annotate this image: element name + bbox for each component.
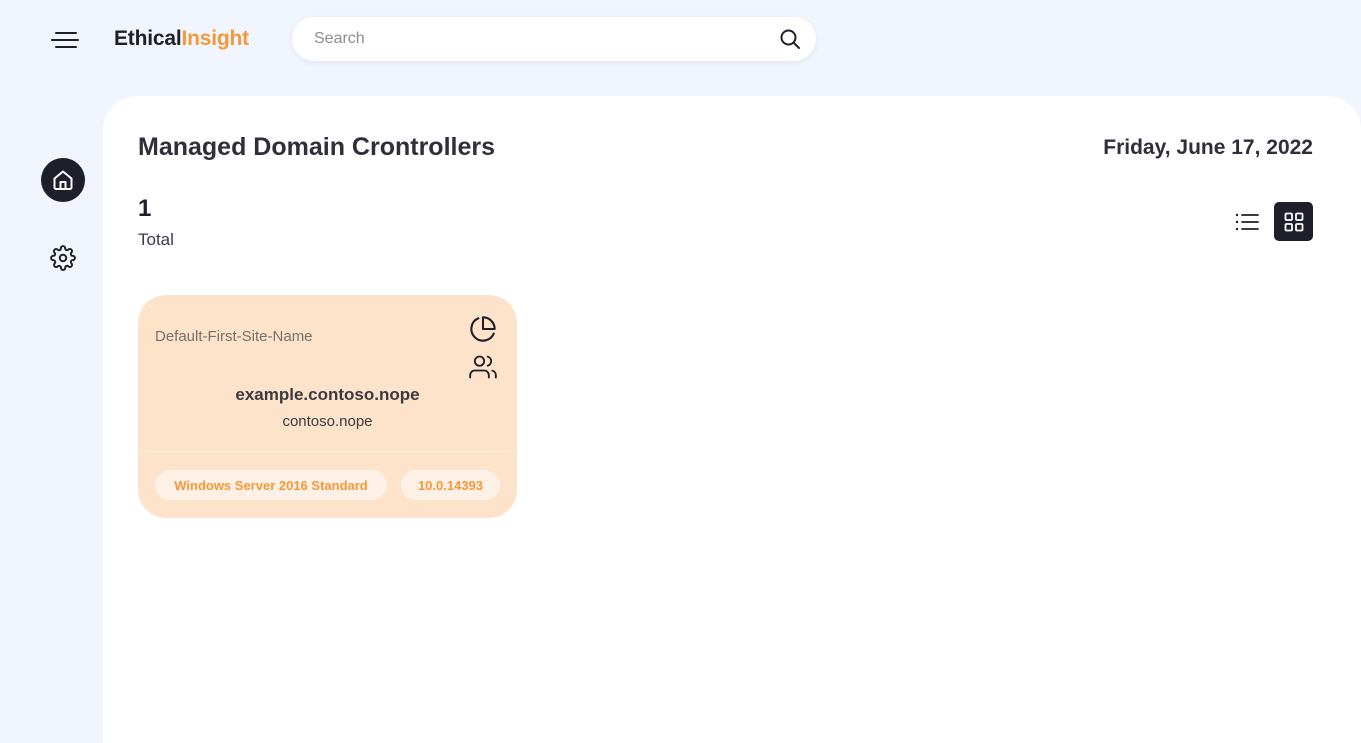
card-domain: contoso.nope [282,413,373,430]
version-badge: 10.0.14393 [401,470,500,500]
logo-part-2: Insight [181,27,249,50]
domain-controller-card[interactable]: Default-First-Site-Name example.contoso.… [138,295,517,518]
page-title: Managed Domain Crontrollers [138,133,495,161]
users-icon[interactable] [469,353,497,381]
card-site-name: Default-First-Site-Name [155,328,313,345]
pie-chart-icon[interactable] [469,315,497,343]
card-hostname: example.contoso.nope [235,385,420,404]
search-bar [292,17,816,61]
app-logo[interactable]: EthicalInsight [114,27,249,51]
os-badge: Windows Server 2016 Standard [155,470,387,500]
grid-view-button[interactable] [1274,202,1313,241]
search-input[interactable] [292,17,768,61]
gear-icon [50,245,76,271]
main-panel: Managed Domain Crontrollers Friday, June… [103,96,1361,743]
sidebar-item-settings[interactable] [41,236,85,280]
hamburger-icon [51,32,79,48]
menu-toggle-button[interactable] [46,24,84,56]
logo-part-1: Ethical [114,27,182,50]
total-label: Total [138,230,174,249]
home-icon [53,170,73,190]
search-icon[interactable] [768,28,812,50]
list-icon [1235,213,1259,231]
sidebar-item-home[interactable] [41,158,85,202]
grid-icon [1284,212,1303,231]
total-count: 1 [138,195,152,222]
list-view-button[interactable] [1227,202,1267,242]
current-date: Friday, June 17, 2022 [1103,136,1313,159]
card-divider [138,451,517,452]
